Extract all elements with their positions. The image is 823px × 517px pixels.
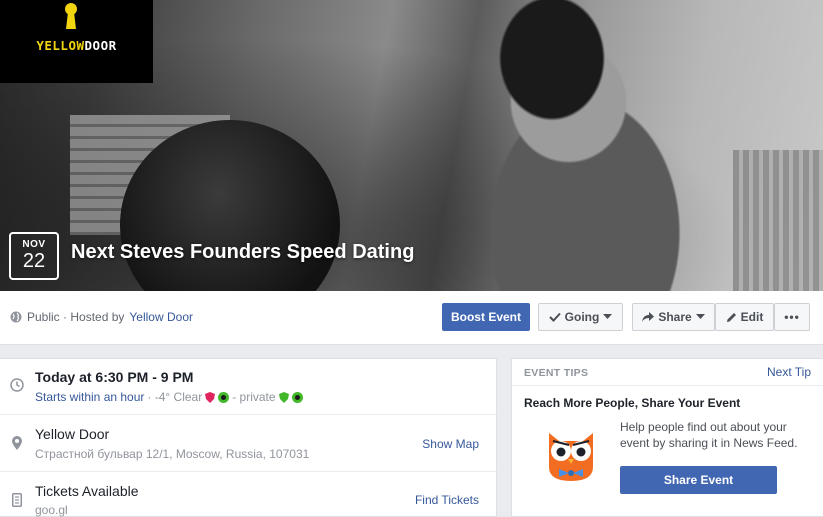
share-button[interactable]: Share [632, 303, 715, 331]
chevron-down-icon [695, 314, 705, 319]
tickets-url[interactable]: goo.gl [35, 503, 68, 517]
starts-soon-link[interactable]: Starts within an hour [35, 390, 144, 404]
more-options-button[interactable]: ••• [774, 303, 810, 331]
host-link[interactable]: Yellow Door [129, 310, 193, 324]
event-tips-heading: Reach More People, Share Your Event [524, 396, 741, 410]
event-month: NOV [22, 239, 46, 250]
boost-event-button[interactable]: Boost Event [442, 303, 530, 331]
event-title: Next Steves Founders Speed Dating [71, 241, 415, 263]
show-map-link[interactable]: Show Map [422, 437, 479, 451]
event-tips-label: EVENT TIPS [524, 367, 589, 379]
event-tips-card: EVENT TIPS Next Tip Reach More People, S… [511, 358, 823, 517]
next-tip-link[interactable]: Next Tip [767, 365, 811, 379]
event-privacy: Public · Hosted by Yellow Door [10, 310, 193, 324]
owl-icon [549, 433, 593, 481]
event-time-subline: Starts within an hour · -4° Clear - priv… [35, 390, 303, 404]
event-time: Today at 6:30 PM - 9 PM [35, 369, 194, 385]
privacy-text: Public · Hosted by [27, 310, 125, 324]
chevron-down-icon [603, 314, 613, 319]
ticket-icon [12, 493, 22, 507]
event-time-row: Today at 6:30 PM - 9 PM Starts within an… [0, 359, 497, 415]
going-button[interactable]: Going [538, 303, 623, 331]
location-address: Страстной бульвар 12/1, Moscow, Russia, … [35, 447, 310, 461]
shield-icon [278, 391, 289, 403]
checkmark-icon [548, 312, 561, 322]
share-label: Share [658, 310, 692, 324]
map-pin-icon [12, 436, 22, 450]
globe-icon [10, 311, 22, 323]
logo-text: YELLOWDOOR [36, 38, 117, 53]
yellow-door-logo: YELLOWDOOR [0, 0, 153, 83]
edit-button[interactable]: Edit [715, 303, 774, 331]
weather-text: · -4° Clear [147, 390, 203, 404]
event-day: 22 [22, 250, 46, 272]
tickets-title: Tickets Available [35, 483, 139, 499]
find-tickets-link[interactable]: Find Tickets [415, 493, 479, 507]
going-label: Going [564, 310, 600, 324]
event-details-card: Today at 6:30 PM - 9 PM Starts within an… [0, 358, 497, 517]
shield-icon [205, 391, 216, 403]
privacy-status-text: - private [232, 390, 276, 404]
event-date-badge: NOV 22 [9, 232, 59, 280]
keyhole-icon [65, 3, 77, 29]
edit-label: Edit [740, 310, 764, 324]
event-location-row: Yellow Door Страстной бульвар 12/1, Mosc… [0, 415, 497, 472]
share-event-button[interactable]: Share Event [620, 466, 777, 494]
status-dot-icon [291, 391, 303, 403]
share-arrow-icon [642, 312, 655, 322]
event-tips-header: EVENT TIPS Next Tip [512, 359, 823, 386]
event-action-bar: Public · Hosted by Yellow Door Boost Eve… [0, 291, 823, 345]
pencil-icon [726, 312, 736, 322]
status-dot-icon [218, 391, 230, 403]
location-name[interactable]: Yellow Door [35, 426, 109, 442]
clock-icon [10, 378, 24, 392]
event-tips-body: Help people find out about your event by… [620, 420, 798, 450]
event-tickets-row: Tickets Available goo.gl Find Tickets [0, 472, 497, 517]
